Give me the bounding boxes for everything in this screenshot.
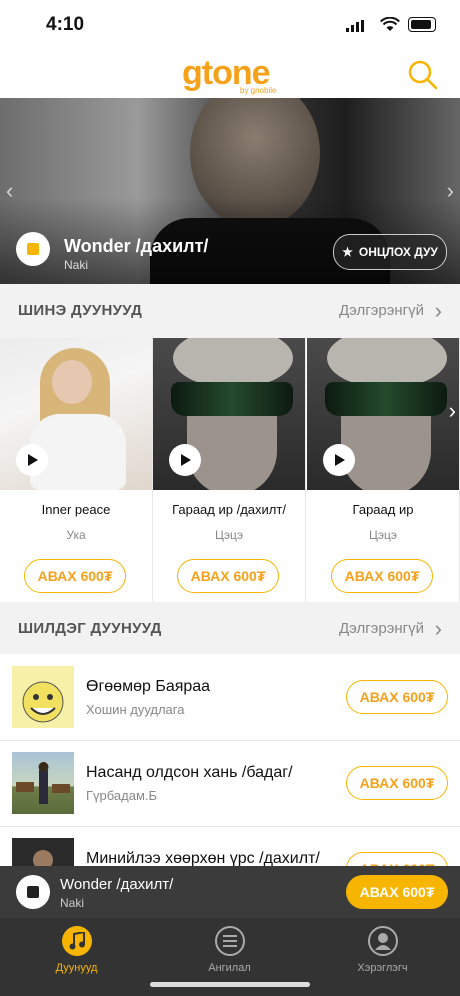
song-thumbnail <box>12 752 74 814</box>
song-artist: Гүрбадам.Б <box>86 788 158 803</box>
song-title: Насанд олдсон хань /бадаг/ <box>86 764 293 781</box>
song-artist: Ука <box>66 528 86 542</box>
status-time: 4:10 <box>46 14 85 35</box>
top-songs-header: ШИЛДЭГ ДУУНУУД Дэлгэрэнгүй › <box>0 602 460 654</box>
tab-label: Дуунууд <box>55 962 98 974</box>
song-title: Өгөөмөр Баяраа <box>86 678 211 695</box>
buy-button[interactable]: АВАХ 600₮ <box>177 559 279 593</box>
stop-icon <box>27 243 39 255</box>
top-songs-list: Өгөөмөр Баяраа Хошин дуудлага АВАХ 600₮ … <box>0 654 460 866</box>
battery-icon <box>408 17 436 32</box>
buy-button[interactable]: АВАХ 600₮ <box>346 852 448 866</box>
mini-player-stop-button[interactable] <box>16 875 50 909</box>
song-thumbnail <box>12 838 74 866</box>
chevron-right-icon[interactable]: › <box>435 298 442 324</box>
app-header: gtone by gnobile <box>0 50 460 98</box>
section-title: ШИНЭ ДУУНУУД <box>18 302 143 319</box>
banner-stop-button[interactable] <box>16 232 50 266</box>
tab-label: Хэрэглэгч <box>357 962 408 974</box>
more-link[interactable]: Дэлгэрэнгүй <box>339 620 424 637</box>
tab-user[interactable]: Хэрэглэгч <box>306 926 459 974</box>
chevron-right-icon[interactable]: › <box>447 178 454 204</box>
chevron-left-icon[interactable]: ‹ <box>6 178 13 204</box>
song-thumbnail <box>12 666 74 728</box>
new-songs-header: ШИНЭ ДУУНУУД Дэлгэрэнгүй › <box>0 284 460 336</box>
now-playing-artist: Naki <box>60 896 85 910</box>
mini-player[interactable]: Wonder /дахилт/ Naki АВАХ 600₮ <box>0 866 460 918</box>
list-icon <box>214 926 245 956</box>
play-icon <box>181 454 191 466</box>
chevron-right-icon[interactable]: › <box>435 616 442 642</box>
buy-button[interactable]: АВАХ 600₮ <box>346 766 448 800</box>
music-note-icon <box>61 926 92 956</box>
buy-button[interactable]: АВАХ 600₮ <box>346 680 448 714</box>
status-bar: 4:10 <box>0 0 460 50</box>
tab-songs[interactable]: Дуунууд <box>0 926 153 974</box>
play-button[interactable] <box>323 444 355 476</box>
section-title: ШИЛДЭГ ДУУНУУД <box>18 620 162 637</box>
banner-artist: Naki <box>64 258 89 272</box>
tab-categories[interactable]: Ангилал <box>153 926 306 974</box>
featured-banner[interactable]: ‹ › Wonder /дахилт/ Naki ★ ОНЦЛОХ ДУУ <box>0 98 460 284</box>
new-songs-carousel[interactable]: Inner peace Ука АВАХ 600₮ Гараад ир /дах… <box>0 338 460 602</box>
user-icon <box>367 926 398 956</box>
buy-button[interactable]: АВАХ 600₮ <box>24 559 126 593</box>
home-indicator <box>150 982 310 987</box>
song-title: Гараад ир <box>352 502 414 517</box>
song-card[interactable]: Inner peace Ука АВАХ 600₮ <box>0 338 153 602</box>
song-artist: Цэцэ <box>215 528 243 542</box>
song-title: Inner peace <box>41 502 111 517</box>
list-item[interactable]: Насанд олдсон хань /бадаг/ Гүрбадам.Б АВ… <box>0 740 460 827</box>
signal-icon <box>346 20 364 32</box>
play-button[interactable] <box>16 444 48 476</box>
play-icon <box>28 454 38 466</box>
more-link[interactable]: Дэлгэрэнгүй <box>339 302 424 319</box>
song-title: Гараад ир /дахилт/ <box>172 502 286 517</box>
list-item[interactable]: Минийлээ хөөрхөн үрс /дахилт/ АВАХ 600₮ <box>0 826 460 866</box>
mini-player-buy-button[interactable]: АВАХ 600₮ <box>346 875 448 909</box>
logo-subtext: by gnobile <box>240 86 277 95</box>
wifi-icon <box>380 17 400 31</box>
stop-icon <box>27 886 39 898</box>
buy-button[interactable]: АВАХ 600₮ <box>331 559 433 593</box>
search-icon[interactable] <box>408 60 438 90</box>
song-artist: Цэцэ <box>369 528 397 542</box>
chevron-right-icon[interactable]: › <box>449 398 456 424</box>
list-item[interactable]: Өгөөмөр Баяраа Хошин дуудлага АВАХ 600₮ <box>0 654 460 741</box>
song-card[interactable]: Гараад ир Цэцэ АВАХ 600₮ <box>307 338 460 602</box>
star-icon: ★ <box>342 245 353 259</box>
tab-label: Ангилал <box>208 962 251 974</box>
song-card[interactable]: Гараад ир /дахилт/ Цэцэ АВАХ 600₮ <box>153 338 306 602</box>
featured-song-button[interactable]: ★ ОНЦЛОХ ДУУ <box>333 234 447 270</box>
banner-title: Wonder /дахилт/ <box>64 236 209 256</box>
gtone-logo: gtone by gnobile <box>182 54 276 95</box>
featured-song-label: ОНЦЛОХ ДУУ <box>358 245 438 259</box>
song-artist: Хошин дуудлага <box>86 702 185 717</box>
play-icon <box>335 454 345 466</box>
song-title: Минийлээ хөөрхөн үрс /дахилт/ <box>86 850 320 866</box>
now-playing-title: Wonder /дахилт/ <box>60 876 174 893</box>
play-button[interactable] <box>169 444 201 476</box>
